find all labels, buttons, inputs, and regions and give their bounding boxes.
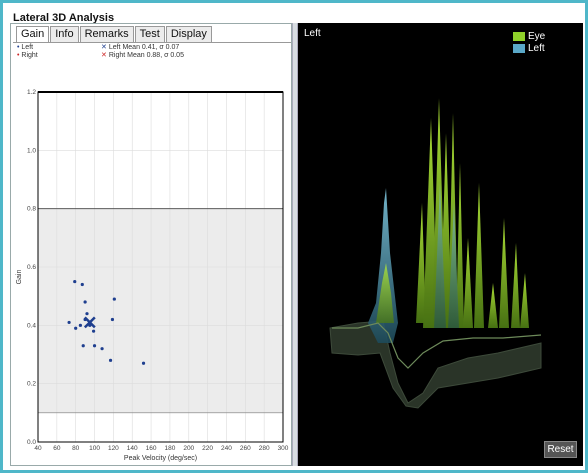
data-point xyxy=(108,358,113,362)
tab-info[interactable]: Info xyxy=(50,26,79,42)
data-point xyxy=(83,300,87,304)
y-tick-label: 0.6 xyxy=(27,264,36,271)
x-tick-label: 100 xyxy=(89,445,100,452)
data-point xyxy=(92,344,97,348)
right-mean-text: Right Mean 0.88, σ 0.05 xyxy=(108,52,184,59)
x-tick-label: 280 xyxy=(259,445,270,452)
tab-display[interactable]: Display xyxy=(165,26,212,42)
3d-view-panel[interactable]: Left Eye Left Reset xyxy=(298,23,583,466)
gain-scatter-chart: 40 60 80 100 120 140 160 180 200 220 240 260 280 300 0… xyxy=(16,89,289,462)
tab-test[interactable]: Test xyxy=(134,26,165,42)
3d-surface-plot[interactable] xyxy=(298,23,583,466)
x-tick-label: 40 xyxy=(34,445,42,452)
x-tick-label: 180 xyxy=(164,445,175,452)
right-mean-icon: ✕ xyxy=(101,52,107,59)
legend-right-label: Right xyxy=(21,52,38,59)
data-point xyxy=(110,317,115,322)
data-point xyxy=(141,361,146,365)
normal-range-band xyxy=(38,208,283,413)
x-tick-label: 200 xyxy=(183,445,194,452)
data-point xyxy=(91,329,96,333)
reset-button[interactable]: Reset xyxy=(544,441,577,458)
x-tick-label: 80 xyxy=(72,445,80,452)
y-tick-label: 1.0 xyxy=(27,147,36,154)
x-tick-label: 140 xyxy=(127,445,138,452)
x-tick-label: 60 xyxy=(53,445,61,452)
data-point xyxy=(80,282,84,287)
data-point xyxy=(100,347,104,351)
data-point xyxy=(74,326,78,330)
x-tick-label: 300 xyxy=(278,445,289,452)
y-tick-label: 0.2 xyxy=(27,381,36,388)
data-point xyxy=(81,344,85,348)
x-axis-label: Peak Velocity (deg/sec) xyxy=(124,455,197,462)
x-tick-label: 160 xyxy=(146,445,157,452)
left-mean-text: Left Mean 0.41, σ 0.07 xyxy=(108,44,180,51)
tab-gain[interactable]: Gain xyxy=(16,26,50,43)
x-tick-label: 240 xyxy=(221,445,232,452)
right-marker-icon: • xyxy=(17,52,20,59)
y-axis-label: Gain xyxy=(16,270,23,285)
data-point xyxy=(67,320,71,325)
y-tick-label: 0.4 xyxy=(27,322,36,329)
surface-base xyxy=(329,320,542,409)
legend-left-label: Left xyxy=(21,44,34,51)
tab-remarks[interactable]: Remarks xyxy=(79,26,134,42)
x-tick-label: 120 xyxy=(108,445,119,452)
x-tick-label: 260 xyxy=(240,445,251,452)
x-tick-label: 220 xyxy=(202,445,213,452)
data-point xyxy=(85,312,89,316)
left-mean-icon: ✕ xyxy=(101,44,107,51)
surface-eye-spikes xyxy=(416,98,529,328)
main-window: Lateral 3D Analysis Gain Info Remarks Te… xyxy=(0,0,588,473)
data-point xyxy=(78,323,83,327)
y-tick-label: 0.8 xyxy=(27,206,36,213)
data-point xyxy=(112,297,116,301)
gain-panel: Gain Info Remarks Test Display • Left • … xyxy=(10,23,292,466)
legend-right: • Right xyxy=(17,51,38,60)
left-marker-icon: • xyxy=(17,44,20,51)
tab-strip: Gain Info Remarks Test Display xyxy=(16,26,213,43)
data-point xyxy=(73,279,77,284)
y-tick-label: 1.2 xyxy=(27,89,36,96)
legend-right-mean: ✕ Right Mean 0.88, σ 0.05 xyxy=(101,51,184,60)
y-tick-label: 0.0 xyxy=(27,439,36,446)
